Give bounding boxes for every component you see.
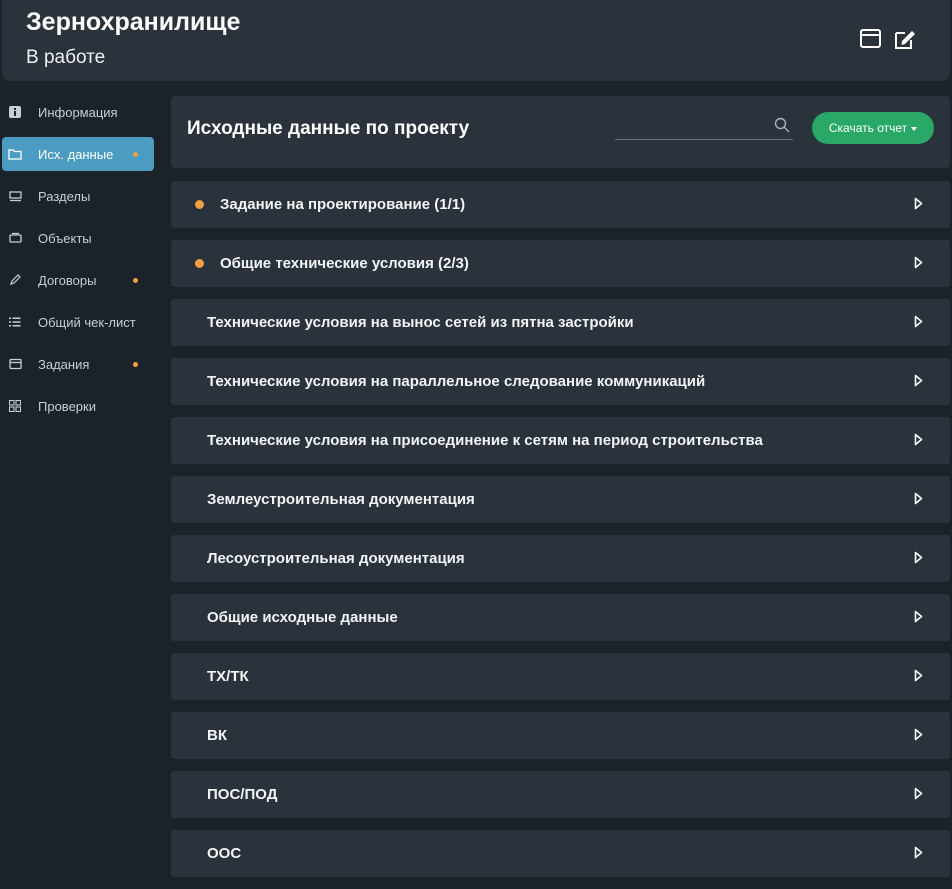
sidebar-item-tasks[interactable]: Задания bbox=[2, 347, 154, 381]
notification-dot bbox=[133, 362, 138, 367]
grid-icon bbox=[8, 399, 22, 413]
list-item-label: Задание на проектирование (1/1) bbox=[220, 196, 466, 213]
list-item-label: ООС bbox=[207, 845, 242, 862]
list-item[interactable]: Лесоустроительная документация bbox=[171, 535, 950, 582]
notification-dot bbox=[133, 152, 138, 157]
list-item[interactable]: ПОС/ПОД bbox=[171, 771, 950, 818]
list-item-label: Технические условия на вынос сетей из пя… bbox=[207, 314, 634, 331]
caret-down-icon bbox=[911, 127, 918, 131]
project-header: Зернохранилище В работе bbox=[2, 0, 950, 81]
sidebar-item-label: Исх. данные bbox=[38, 146, 114, 162]
list-item[interactable]: ВК bbox=[171, 712, 950, 759]
expand-arrow-icon[interactable] bbox=[914, 433, 923, 446]
card-icon bbox=[8, 357, 22, 371]
sidebar-item-checklist[interactable]: Общий чек-лист bbox=[2, 305, 154, 339]
download-report-button[interactable]: Скачать отчет bbox=[812, 112, 934, 144]
download-report-label: Скачать отчет bbox=[828, 121, 908, 135]
list-icon bbox=[8, 315, 22, 329]
status-dot bbox=[195, 259, 204, 268]
list-item-label: Технические условия на присоединение к с… bbox=[207, 432, 763, 449]
expand-arrow-icon[interactable] bbox=[914, 610, 923, 623]
sidebar-item-checks[interactable]: Проверки bbox=[2, 389, 154, 423]
list-item-label: Лесоустроительная документация bbox=[207, 550, 465, 567]
list-item[interactable]: Общие исходные данные bbox=[171, 594, 950, 641]
sidebar-item-label: Проверки bbox=[38, 398, 96, 414]
box-icon bbox=[8, 231, 22, 245]
sidebar-item-source-data[interactable]: Исх. данные bbox=[2, 137, 154, 171]
sidebar-item-label: Договоры bbox=[38, 272, 97, 288]
list-item[interactable]: Задание на проектирование (1/1) bbox=[171, 181, 950, 228]
list-item[interactable]: Технические условия на вынос сетей из пя… bbox=[171, 299, 950, 346]
expand-arrow-icon[interactable] bbox=[914, 315, 923, 328]
window-icon[interactable] bbox=[859, 28, 883, 50]
expand-arrow-icon[interactable] bbox=[914, 374, 923, 387]
expand-arrow-icon[interactable] bbox=[914, 197, 923, 210]
expand-arrow-icon[interactable] bbox=[914, 256, 923, 269]
expand-arrow-icon[interactable] bbox=[914, 492, 923, 505]
list-item-label: ПОС/ПОД bbox=[207, 786, 278, 803]
sidebar-item-objects[interactable]: Объекты bbox=[2, 221, 154, 255]
list-item-label: ВК bbox=[207, 727, 227, 744]
folder-icon bbox=[8, 147, 22, 161]
pen-icon bbox=[8, 273, 22, 287]
sidebar-item-sections[interactable]: Разделы bbox=[2, 179, 154, 213]
list-item-label: Общие исходные данные bbox=[207, 609, 398, 626]
info-icon bbox=[8, 105, 22, 119]
sidebar-item-label: Разделы bbox=[38, 188, 91, 204]
sidebar-item-label: Информация bbox=[38, 104, 118, 120]
status-dot bbox=[195, 200, 204, 209]
sidebar-item-label: Общий чек-лист bbox=[38, 314, 136, 330]
page-title: Исходные данные по проекту bbox=[187, 118, 470, 139]
list-item[interactable]: Технические условия на присоединение к с… bbox=[171, 417, 950, 464]
search-box bbox=[615, 114, 793, 140]
expand-arrow-icon[interactable] bbox=[914, 669, 923, 682]
list-item[interactable]: Землеустроительная документация bbox=[171, 476, 950, 523]
list-item-label: Землеустроительная документация bbox=[207, 491, 475, 508]
project-title: Зернохранилище bbox=[26, 8, 241, 36]
sidebar-item-contracts[interactable]: Договоры bbox=[2, 263, 154, 297]
expand-arrow-icon[interactable] bbox=[914, 728, 923, 741]
data-list: Задание на проектирование (1/1) Общие те… bbox=[171, 181, 950, 889]
list-item-label: ТХ/ТК bbox=[207, 668, 249, 685]
project-status: В работе bbox=[26, 47, 106, 68]
notification-dot bbox=[133, 278, 138, 283]
sidebar-item-label: Задания bbox=[38, 356, 90, 372]
sidebar: Информация Исх. данные Разделы Объекты Д… bbox=[0, 95, 160, 431]
search-input[interactable] bbox=[615, 114, 769, 140]
edit-icon[interactable] bbox=[893, 28, 917, 50]
list-item[interactable]: ТХ/ТК bbox=[171, 653, 950, 700]
layers-icon bbox=[8, 189, 22, 203]
section-header: Исходные данные по проекту Скачать отчет bbox=[171, 96, 950, 168]
list-item-label: Технические условия на параллельное след… bbox=[207, 373, 706, 390]
sidebar-item-label: Объекты bbox=[38, 230, 92, 246]
expand-arrow-icon[interactable] bbox=[914, 787, 923, 800]
expand-arrow-icon[interactable] bbox=[914, 551, 923, 564]
sidebar-item-info[interactable]: Информация bbox=[2, 95, 154, 129]
list-item[interactable]: ООС bbox=[171, 830, 950, 877]
list-item[interactable]: Технические условия на параллельное след… bbox=[171, 358, 950, 405]
list-item[interactable]: Общие технические условия (2/3) bbox=[171, 240, 950, 287]
expand-arrow-icon[interactable] bbox=[914, 846, 923, 859]
list-item-label: Общие технические условия (2/3) bbox=[220, 255, 469, 272]
search-icon[interactable] bbox=[773, 116, 791, 134]
